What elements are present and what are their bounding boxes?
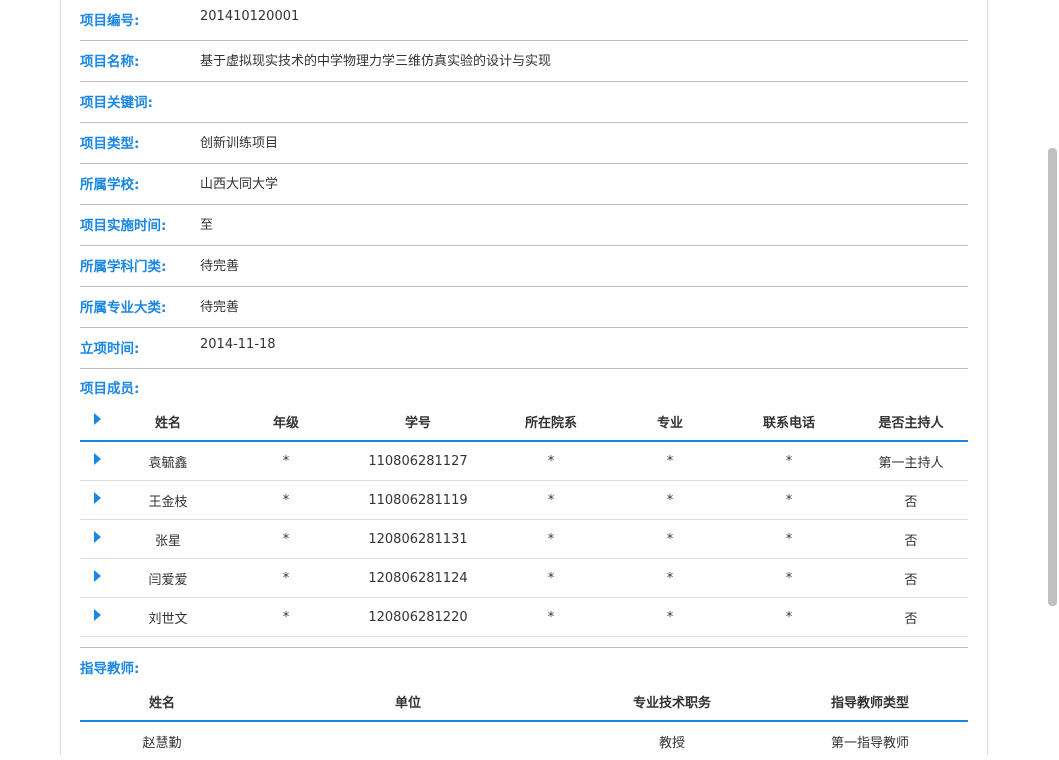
table-cell: * [222,558,350,598]
field-value: 待完善 [200,300,240,315]
member-row: 张星 * 120806281131 * * * 否 [80,519,968,559]
table-cell: * [724,519,854,559]
table-cell: * [486,519,616,559]
field-value: 待完善 [200,259,240,274]
field-label: 所属学校: [80,177,140,193]
column-header: 姓名 [80,682,244,722]
column-header: 姓名 [114,402,222,442]
table-cell: 袁毓鑫 [114,441,222,481]
info-row: 所属专业大类: 待完善 [80,287,968,328]
table-cell: * [616,597,724,637]
field-label: 项目编号: [80,13,140,29]
members-table: 姓名 年级 学号 所在院系 专业 联系电话 是否主持人 袁毓鑫 * 110806281127 * *… [80,402,968,637]
table-cell: 110806281127 [350,441,486,481]
field-label: 所属专业大类: [80,300,167,316]
column-header: 专业 [616,402,724,442]
expand-row-icon[interactable] [80,441,114,481]
table-cell: * [616,441,724,481]
table-cell: * [486,558,616,598]
info-row: 所属学校: 山西大同大学 [80,164,968,205]
table-cell: 张星 [114,519,222,559]
table-cell: * [222,480,350,520]
teacher-row: 赵慧勤 教授 第一指导教师 [80,721,968,760]
field-value: 201410120001 [200,9,300,24]
member-row: 袁毓鑫 * 110806281127 * * * 第一主持人 [80,441,968,481]
table-cell: 赵慧勤 [142,735,182,751]
table-cell: * [724,441,854,481]
table-cell: * [616,558,724,598]
table-cell: * [724,597,854,637]
table-cell: * [222,519,350,559]
table-cell: 王金枝 [114,480,222,520]
field-value: 创新训练项目 [200,136,279,151]
column-header: 学号 [350,402,486,442]
info-row: 所属学科门类: 待完善 [80,246,968,287]
table-cell: 否 [854,519,968,559]
table-cell: 120806281220 [350,597,486,637]
table-cell: * [486,480,616,520]
expand-row-icon[interactable] [80,519,114,559]
field-label: 项目实施时间: [80,218,167,234]
column-header: 是否主持人 [854,402,968,442]
column-header: 专业技术职务 [572,682,772,722]
field-label: 项目类型: [80,136,140,152]
info-row: 项目实施时间: 至 [80,205,968,246]
field-label: 项目名称: [80,54,140,70]
info-row: 项目类型: 创新训练项目 [80,123,968,164]
field-value: 基于虚拟现实技术的中学物理力学三维仿真实验的设计与实现 [200,54,552,69]
table-cell: 刘世文 [114,597,222,637]
member-row: 刘世文 * 120806281220 * * * 否 [80,597,968,637]
field-label: 项目关键词: [80,95,153,111]
column-header: 所在院系 [486,402,616,442]
column-header: 年级 [222,402,350,442]
table-cell: 闫爱爱 [114,558,222,598]
column-header: 单位 [244,682,572,722]
table-cell: 第一主持人 [854,441,968,481]
table-cell: * [222,597,350,637]
field-value: 至 [200,218,214,233]
info-row: 项目名称: 基于虚拟现实技术的中学物理力学三维仿真实验的设计与实现 [80,41,968,82]
table-cell: * [724,558,854,598]
field-value: 山西大同大学 [200,177,279,192]
expand-row-icon[interactable] [80,558,114,598]
table-cell: * [486,441,616,481]
teachers-table: 姓名 单位 专业技术职务 指导教师类型 赵慧勤 教授 第一指导教师 [80,682,968,760]
table-cell: 120806281124 [350,558,486,598]
table-cell: 否 [854,558,968,598]
column-header: 联系电话 [724,402,854,442]
table-cell: * [616,480,724,520]
table-cell: 否 [854,597,968,637]
field-label: 所属学科门类: [80,259,167,275]
field-label: 立项时间: [80,341,140,357]
table-cell: 第一指导教师 [830,735,909,751]
expand-row-icon[interactable] [80,597,114,637]
field-value: 2014-11-18 [200,337,276,352]
table-cell: 否 [854,480,968,520]
expand-row-icon[interactable] [80,480,114,520]
member-row: 闫爱爱 * 120806281124 * * * 否 [80,558,968,598]
member-row: 王金枝 * 110806281119 * * * 否 [80,480,968,520]
info-row: 立项时间: 2014-11-18 [80,328,968,369]
table-cell: * [222,441,350,481]
table-cell: * [724,480,854,520]
scrollbar-thumb[interactable] [1048,148,1057,606]
table-cell: 教授 [658,735,685,751]
info-row: 项目编号: 201410120001 [80,0,968,41]
members-label: 项目成员: [80,381,140,397]
table-cell: * [486,597,616,637]
table-cell: * [616,519,724,559]
divider [80,647,968,648]
table-cell [244,721,572,760]
expand-all-icon[interactable] [80,402,114,442]
table-cell: 110806281119 [350,480,486,520]
table-cell: 120806281131 [350,519,486,559]
teachers-label: 指导教师: [80,661,140,677]
info-row: 项目关键词: [80,82,968,123]
column-header: 指导教师类型 [772,682,968,722]
